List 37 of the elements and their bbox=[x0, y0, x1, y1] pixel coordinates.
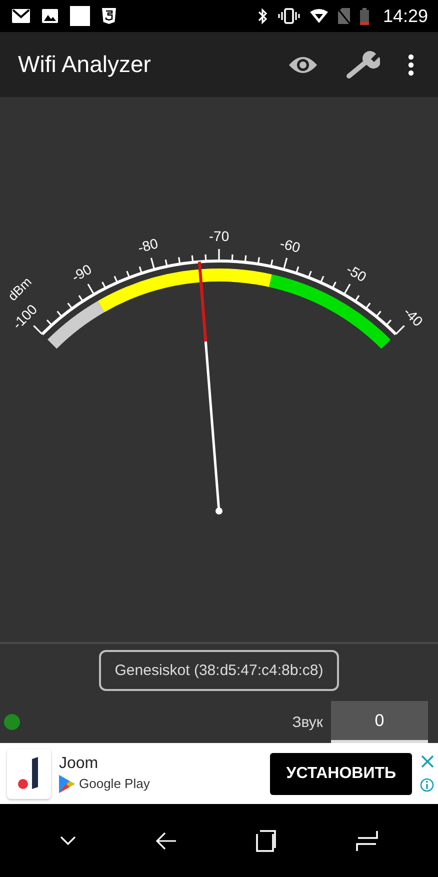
scale-label: -90 bbox=[68, 260, 94, 285]
image-icon bbox=[42, 9, 58, 23]
html5-icon bbox=[102, 8, 116, 24]
app-title: Wifi Analyzer bbox=[18, 51, 152, 78]
no-sim-icon bbox=[338, 8, 350, 24]
network-button[interactable]: Genesiskot (38:d5:47:c4:8b:c8) bbox=[98, 650, 340, 691]
sound-label: Звук bbox=[292, 714, 323, 730]
eye-icon[interactable] bbox=[288, 54, 318, 74]
home-icon[interactable] bbox=[256, 830, 276, 852]
bluetooth-icon bbox=[258, 8, 268, 24]
clock: 14:29 bbox=[382, 6, 428, 26]
back-icon[interactable] bbox=[156, 832, 176, 850]
play-store-icon bbox=[59, 774, 75, 792]
battery-icon bbox=[360, 8, 369, 24]
recents-icon[interactable] bbox=[356, 830, 378, 852]
wrench-icon[interactable] bbox=[346, 50, 380, 78]
scale-label: -40 bbox=[400, 304, 426, 330]
unit-label: dBm bbox=[4, 274, 34, 304]
info-icon[interactable] bbox=[420, 778, 434, 792]
more-icon[interactable] bbox=[408, 54, 414, 76]
notification-icon bbox=[70, 6, 90, 26]
sound-field[interactable]: 0 bbox=[331, 701, 428, 743]
chevron-down-icon[interactable] bbox=[60, 836, 76, 845]
scale-label: -50 bbox=[344, 260, 370, 285]
store-name: Google Play bbox=[79, 776, 150, 791]
app-logo[interactable] bbox=[7, 748, 51, 798]
vibrate-icon bbox=[278, 8, 300, 24]
scale-label: -60 bbox=[278, 235, 302, 256]
app-name[interactable]: Joom bbox=[59, 754, 270, 772]
install-button[interactable]: УСТАНОВИТЬ bbox=[270, 752, 412, 794]
wifi-icon bbox=[310, 9, 328, 23]
close-icon[interactable] bbox=[420, 755, 434, 768]
scale-label: -80 bbox=[136, 235, 160, 256]
joom-logo-icon bbox=[17, 756, 41, 790]
mail-icon bbox=[12, 9, 30, 23]
scale-label: -100 bbox=[9, 301, 40, 332]
scale-label: -70 bbox=[208, 228, 230, 244]
